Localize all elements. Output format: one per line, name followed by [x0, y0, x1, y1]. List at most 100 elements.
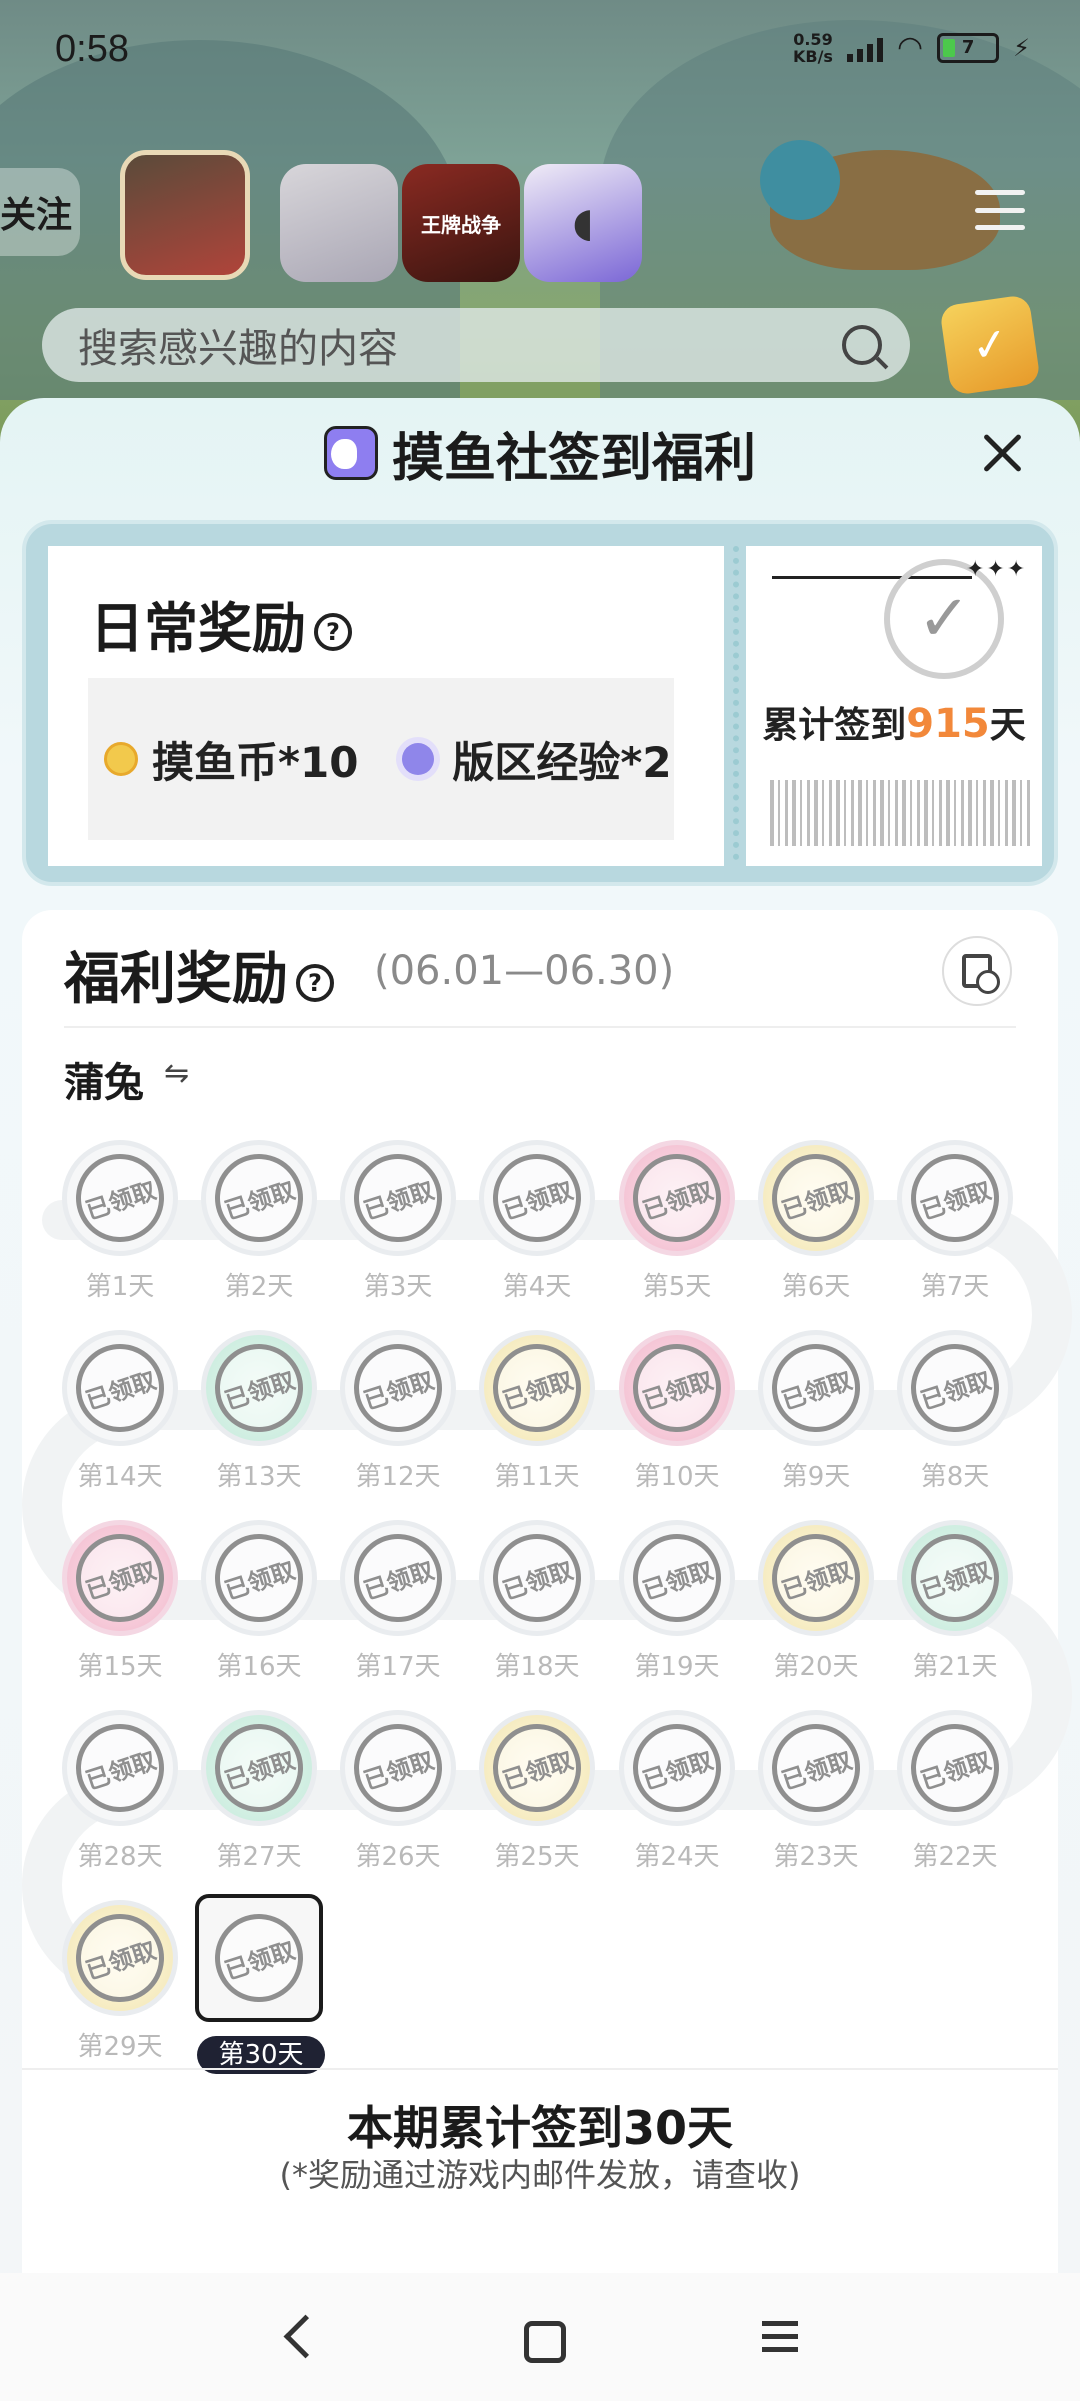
game-icon-1[interactable]	[120, 150, 250, 280]
welfare-period: (06.01—06.30)	[374, 948, 675, 994]
signal-icon	[846, 34, 883, 62]
day-reward-item[interactable]: 已领取 第12天	[340, 1330, 456, 1492]
day-reward-item[interactable]: 已领取 第25天	[479, 1710, 595, 1872]
daily-reward-title-text: 日常奖励	[90, 597, 306, 660]
reward-coin-icon: 已领取	[201, 1520, 317, 1636]
follow-tab[interactable]: 关注	[0, 168, 80, 256]
day-reward-item[interactable]: 已领取 第23天	[758, 1710, 874, 1872]
day-reward-item[interactable]: 已领取第5天	[619, 1140, 735, 1302]
reward-coin-icon: 已领取	[758, 1330, 874, 1446]
reward-coin-icon: 已领取	[897, 1520, 1013, 1636]
game-name[interactable]: 蒲兔	[64, 1050, 144, 1108]
day-label: 第5天	[642, 1272, 712, 1302]
reward-coin-icon: 已领取	[619, 1330, 735, 1446]
day-label: 第15天	[77, 1652, 163, 1682]
claimed-stamp: 已领取	[621, 1142, 733, 1254]
welfare-title: 福利奖励?	[64, 934, 334, 1015]
day-reward-item[interactable]: 已领取 第11天	[479, 1330, 595, 1492]
day-reward-item[interactable]: 已领取 第1天	[62, 1140, 178, 1302]
day-label: 第3天	[363, 1272, 433, 1302]
day-reward-item[interactable]: 已领取 第3天	[340, 1140, 456, 1302]
day-label: 第21天	[912, 1652, 998, 1682]
reward-coin-icon: 已领取	[479, 1710, 595, 1826]
help-icon[interactable]: ?	[296, 963, 334, 1002]
day-reward-item[interactable]: 已领取第8天	[897, 1330, 1013, 1492]
total-checkin-days: 915	[906, 701, 990, 747]
reward-exp-label: 版区经验*2	[452, 737, 672, 787]
status-icons: 0.59 KB/s ◠ 7 ⚡	[793, 30, 1030, 65]
day-reward-item[interactable]: 已领取 第30天	[195, 1894, 325, 2074]
claimed-stamp: 已领取	[760, 1522, 872, 1634]
day-reward-item[interactable]: 已领取 第24天	[619, 1710, 735, 1872]
close-icon[interactable]	[978, 428, 1028, 478]
reward-coin-icon: 已领取	[479, 1330, 595, 1446]
history-button[interactable]	[942, 936, 1012, 1006]
search-icon[interactable]	[842, 325, 882, 365]
day-reward-item[interactable]: 已领取 第26天	[340, 1710, 456, 1872]
menu-icon[interactable]	[975, 190, 1025, 230]
help-icon[interactable]: ?	[314, 613, 352, 652]
reward-coin-icon: 已领取	[62, 1330, 178, 1446]
claimed-stamp: 已领取	[481, 1712, 593, 1824]
network-speed: 0.59 KB/s	[793, 31, 833, 65]
claimed-stamp: 已领取	[899, 1522, 1011, 1634]
search-placeholder: 搜索感兴趣的内容	[78, 326, 398, 372]
day-reward-item[interactable]: 已领取第20天	[758, 1520, 874, 1682]
day-reward-item[interactable]: 已领取第18天	[479, 1520, 595, 1682]
day-reward-item[interactable]: 已领取 第28天	[62, 1710, 178, 1872]
day-reward-item[interactable]: 已领取第21天	[897, 1520, 1013, 1682]
game-icon-3-text: 王牌战争	[421, 212, 501, 237]
day-reward-item[interactable]: 已领取 第9天	[758, 1330, 874, 1492]
day-reward-item[interactable]: 已领取 第4天	[479, 1140, 595, 1302]
day-reward-item[interactable]: 已领取第16天	[201, 1520, 317, 1682]
day-label: 第10天	[634, 1462, 720, 1492]
battery-icon: 7	[937, 32, 1000, 63]
reward-coin-icon: 已领取	[897, 1330, 1013, 1446]
divider	[22, 2068, 1058, 2070]
day-reward-item[interactable]: 已领取第2天	[201, 1140, 317, 1302]
day-reward-item[interactable]: 已领取 第15天	[62, 1520, 178, 1682]
reward-coin-icon: 已领取	[201, 1140, 317, 1256]
switch-icon[interactable]: ⇋	[164, 1056, 189, 1091]
claimed-stamp: 已领取	[481, 1522, 593, 1634]
day-reward-item[interactable]: 已领取 第7天	[897, 1140, 1013, 1302]
game-icon-4[interactable]: ◖	[524, 164, 642, 282]
reward-coin-icon: 已领取	[479, 1140, 595, 1256]
search-input[interactable]: 搜索感兴趣的内容	[42, 308, 910, 382]
day-reward-item[interactable]: 已领取 第27天	[201, 1710, 317, 1872]
day-label: 第16天	[216, 1652, 302, 1682]
reward-coin-icon: 已领取	[340, 1330, 456, 1446]
history-icon	[962, 954, 1000, 994]
home-icon[interactable]	[510, 2307, 570, 2367]
total-checkin-prefix: 累计签到	[762, 705, 907, 746]
recents-icon[interactable]	[750, 2307, 810, 2367]
day-reward-item[interactable]: 已领取 第29天	[62, 1900, 178, 2062]
day-label: 第19天	[634, 1652, 720, 1682]
reward-coin-icon: 已领取	[897, 1140, 1013, 1256]
checkin-icon[interactable]: ✓	[939, 294, 1041, 396]
stars-icon: ✦✦✦	[966, 557, 1028, 582]
top-nav: 关注 王牌战争 ◖	[0, 150, 1080, 282]
claimed-stamp: 已领取	[203, 1332, 315, 1444]
day-reward-item[interactable]: 已领取 第14天	[62, 1330, 178, 1492]
back-icon[interactable]	[270, 2307, 330, 2367]
day-reward-item[interactable]: 已领取 第6天	[758, 1140, 874, 1302]
day-label: 第20天	[773, 1652, 859, 1682]
game-icon-2[interactable]	[280, 164, 398, 282]
barcode	[770, 780, 1032, 846]
day-reward-item[interactable]: 已领取第10天	[619, 1330, 735, 1492]
day-label: 第24天	[634, 1842, 720, 1872]
summary-title: 本期累计签到30天	[346, 2101, 733, 2155]
day-label: 第18天	[494, 1652, 580, 1682]
reward-coin-icon: 已领取	[479, 1520, 595, 1636]
game-icon-3[interactable]: 王牌战争	[402, 164, 520, 282]
day-reward-item[interactable]: 已领取 第17天	[340, 1520, 456, 1682]
day-label: 第8天	[920, 1462, 990, 1492]
day-reward-item[interactable]: 已领取 第19天	[619, 1520, 735, 1682]
claimed-stamp: 已领取	[760, 1142, 872, 1254]
reward-coin-icon: 已领取	[62, 1710, 178, 1826]
claimed-stamp: 已领取	[342, 1522, 454, 1634]
day-reward-item[interactable]: 已领取 第13天	[201, 1330, 317, 1492]
day-label: 第2天	[224, 1272, 294, 1302]
day-reward-item[interactable]: 已领取 第22天	[897, 1710, 1013, 1872]
